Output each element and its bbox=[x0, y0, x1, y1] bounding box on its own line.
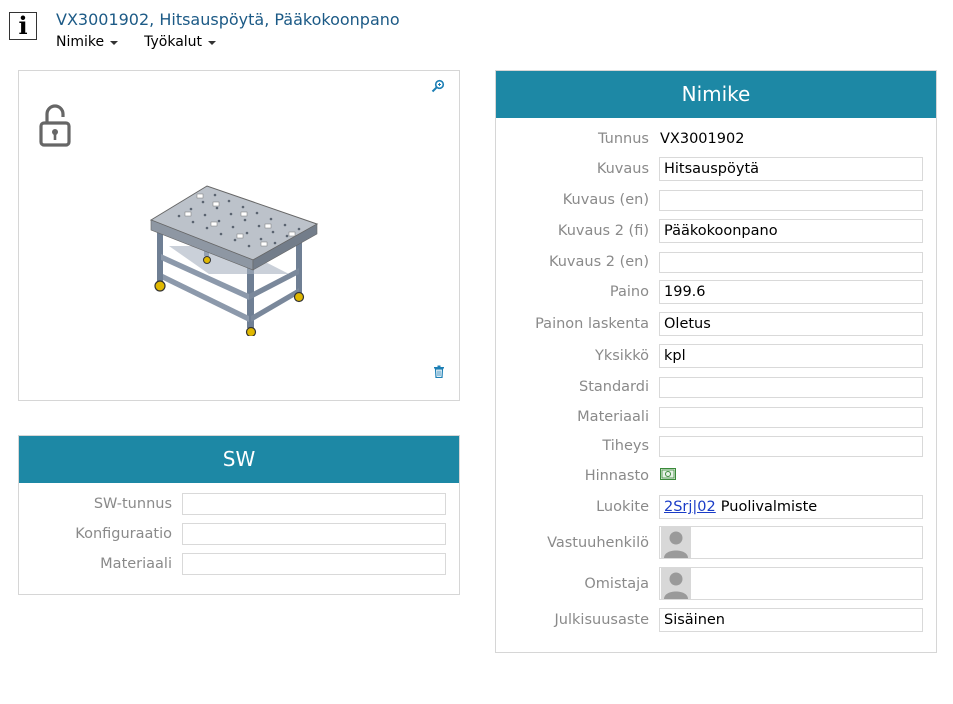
kuvaus2-en-field[interactable] bbox=[659, 251, 923, 273]
row-kuvaus: Kuvaus Hitsauspöytä bbox=[496, 157, 936, 181]
row-kuvaus2-en: Kuvaus 2 (en) bbox=[496, 250, 936, 274]
tiheys-field[interactable] bbox=[659, 435, 923, 457]
field-label: Painon laskenta bbox=[535, 316, 649, 332]
field-label: Materiaali bbox=[100, 556, 172, 572]
row-yksikko: Yksikkö kpl bbox=[496, 344, 936, 368]
field-label: Tunnus bbox=[598, 131, 649, 147]
omistaja-field[interactable] bbox=[659, 567, 923, 600]
user-placeholder-icon bbox=[661, 568, 691, 599]
row-vastuuhenkilo: Vastuuhenkilö bbox=[496, 526, 936, 559]
sw-panel-title: SW bbox=[19, 436, 459, 483]
luokite-value: Puolivalmiste bbox=[720, 499, 818, 515]
sw-row-tunnus: SW-tunnus bbox=[19, 492, 459, 516]
row-tiheys: Tiheys bbox=[496, 434, 936, 458]
chevron-down-icon bbox=[208, 41, 217, 45]
field-label: Materiaali bbox=[577, 409, 649, 425]
tunnus-value: VX3001902 bbox=[660, 131, 745, 147]
money-icon[interactable] bbox=[660, 468, 676, 480]
row-tunnus: Tunnus VX3001902 bbox=[496, 127, 936, 151]
luokite-field: 2Srj|02 Puolivalmiste bbox=[659, 495, 923, 519]
field-label: Omistaja bbox=[584, 575, 649, 592]
sw-row-materiaali: Materiaali bbox=[19, 552, 459, 576]
trash-icon[interactable] bbox=[433, 365, 445, 378]
nimike-panel: Nimike Tunnus VX3001902 Kuvaus Hitsauspö… bbox=[495, 70, 937, 653]
menu-nimike[interactable]: Nimike bbox=[56, 34, 119, 50]
sw-tunnus-field[interactable] bbox=[182, 493, 446, 515]
kuvaus-field[interactable]: Hitsauspöytä bbox=[659, 157, 923, 181]
info-icon: i bbox=[9, 12, 37, 40]
field-label: Konfiguraatio bbox=[75, 526, 172, 542]
field-label: Tiheys bbox=[602, 438, 649, 454]
field-label: Kuvaus 2 (fi) bbox=[557, 223, 649, 239]
standardi-field[interactable] bbox=[659, 376, 923, 398]
row-luokite: Luokite 2Srj|02 Puolivalmiste bbox=[496, 495, 936, 519]
field-label: Vastuuhenkilö bbox=[547, 534, 649, 551]
field-label: Luokite bbox=[596, 499, 649, 515]
menubar: Nimike Työkalut bbox=[56, 34, 217, 50]
image-panel bbox=[18, 70, 460, 401]
unlock-icon[interactable] bbox=[39, 103, 71, 149]
user-placeholder-icon bbox=[661, 527, 691, 558]
field-label: Yksikkö bbox=[595, 348, 649, 364]
row-hinnasto: Hinnasto bbox=[496, 464, 936, 488]
field-label: Kuvaus bbox=[596, 161, 649, 177]
yksikko-field[interactable]: kpl bbox=[659, 344, 923, 368]
sw-materiaali-field[interactable] bbox=[182, 553, 446, 575]
painon-laskenta-field[interactable]: Oletus bbox=[659, 312, 923, 336]
julkisuusaste-field[interactable]: Sisäinen bbox=[659, 608, 923, 632]
page-title: VX3001902, Hitsauspöytä, Pääkokoonpano bbox=[56, 10, 400, 29]
field-label: Kuvaus 2 (en) bbox=[548, 254, 649, 270]
row-kuvaus-en: Kuvaus (en) bbox=[496, 188, 936, 212]
menu-nimike-label: Nimike bbox=[56, 34, 105, 50]
vastuuhenkilo-field[interactable] bbox=[659, 526, 923, 559]
zoom-icon[interactable] bbox=[431, 79, 445, 93]
sw-panel: SW SW-tunnus Konfiguraatio Materiaali bbox=[18, 435, 460, 595]
nimike-panel-title: Nimike bbox=[496, 71, 936, 118]
row-julkisuusaste: Julkisuusaste Sisäinen bbox=[496, 608, 936, 632]
menu-tyokalut-label: Työkalut bbox=[144, 34, 203, 50]
field-label: SW-tunnus bbox=[93, 496, 172, 512]
kuvaus-en-field[interactable] bbox=[659, 189, 923, 211]
field-label: Julkisuusaste bbox=[554, 612, 649, 628]
sw-row-konfiguraatio: Konfiguraatio bbox=[19, 522, 459, 546]
paino-field[interactable]: 199.6 bbox=[659, 280, 923, 304]
menu-tyokalut[interactable]: Työkalut bbox=[144, 34, 217, 50]
row-omistaja: Omistaja bbox=[496, 567, 936, 600]
field-label: Standardi bbox=[579, 379, 649, 395]
chevron-down-icon bbox=[110, 41, 119, 45]
field-label: Paino bbox=[609, 284, 649, 300]
row-paino: Paino 199.6 bbox=[496, 280, 936, 304]
row-standardi: Standardi bbox=[496, 375, 936, 399]
sw-konfiguraatio-field[interactable] bbox=[182, 523, 446, 545]
row-kuvaus2-fi: Kuvaus 2 (fi) Pääkokoonpano bbox=[496, 219, 936, 243]
product-image bbox=[149, 185, 319, 336]
row-painon-laskenta: Painon laskenta Oletus bbox=[496, 312, 936, 336]
field-label: Hinnasto bbox=[584, 468, 649, 484]
field-label: Kuvaus (en) bbox=[562, 192, 649, 208]
kuvaus2-fi-field[interactable]: Pääkokoonpano bbox=[659, 219, 923, 243]
luokite-link[interactable]: 2Srj|02 bbox=[664, 499, 716, 515]
row-materiaali: Materiaali bbox=[496, 405, 936, 429]
materiaali-field[interactable] bbox=[659, 406, 923, 428]
